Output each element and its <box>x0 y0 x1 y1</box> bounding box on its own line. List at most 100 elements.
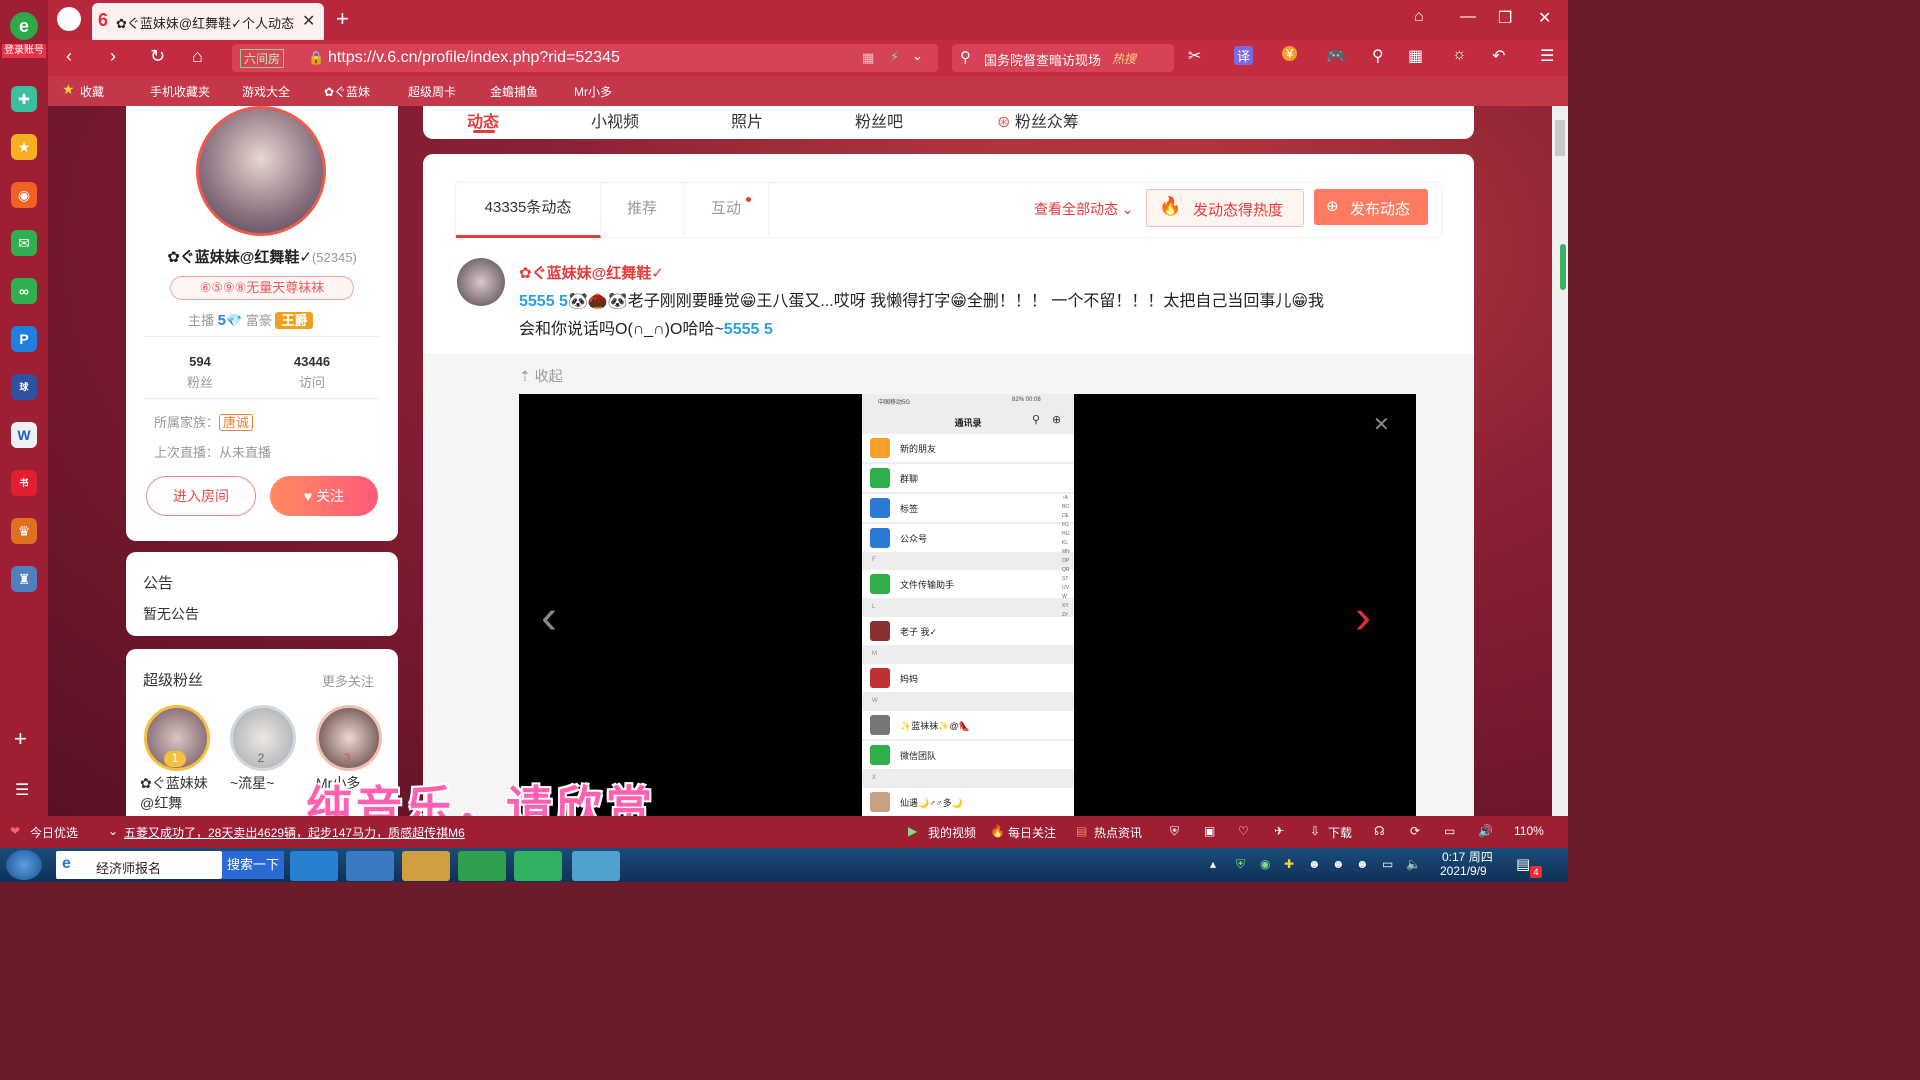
translate-icon[interactable]: 译 <box>1234 46 1254 65</box>
game-icon[interactable]: 🎮 <box>1326 46 1346 66</box>
sync-icon[interactable]: ⟳ <box>1410 824 1420 838</box>
search-box[interactable]: ⚲ 国务院督查暗访现场 热搜 <box>952 44 1174 72</box>
tray-volume-icon[interactable]: 🔈 <box>1406 857 1421 871</box>
bookmark-favorites[interactable]: 收藏 <box>80 83 104 100</box>
sidebar-app-link-icon[interactable]: ∞ <box>11 278 37 304</box>
address-bar[interactable]: 六间房 🔒 https://v.6.cn/profile/index.php?r… <box>232 44 938 72</box>
side-slider[interactable] <box>1560 244 1566 290</box>
restore-button[interactable]: ❐ <box>1498 8 1512 28</box>
tray-network-icon[interactable]: ▭ <box>1382 857 1393 871</box>
family-badge[interactable]: 唐诚 <box>219 414 254 431</box>
lightning-icon[interactable]: ⚡ <box>890 49 899 65</box>
back-button[interactable]: ‹ <box>66 46 72 67</box>
qr-icon[interactable]: ▦ <box>862 50 874 66</box>
forward-button[interactable]: › <box>110 46 116 67</box>
fan-name-1[interactable]: ✿ぐ蓝妹妹@红舞 <box>140 773 210 813</box>
tab-fan-bar[interactable]: 粉丝吧 <box>855 108 903 132</box>
close-viewer-icon[interactable]: ✕ <box>1373 412 1390 437</box>
tray-360-icon[interactable]: ◉ <box>1260 857 1270 871</box>
download-link[interactable]: 下载 <box>1328 824 1352 841</box>
sidebar-app-star-icon[interactable]: ★ <box>11 134 37 160</box>
follow-button[interactable]: ♥ 关注 <box>270 476 378 516</box>
action-center-icon[interactable]: ▤ <box>1516 855 1530 873</box>
sidebar-app-plus-icon[interactable]: ✚ <box>11 86 37 112</box>
zoom-level[interactable]: 110% <box>1514 824 1544 838</box>
hot-news-link[interactable]: 热点资讯 <box>1094 824 1142 841</box>
post-author-name[interactable]: ✿ぐ蓝妹妹@红舞鞋✓ <box>519 262 664 283</box>
next-image-button[interactable]: › <box>1355 590 1371 645</box>
sidebar-app-news-icon[interactable]: 球 <box>11 374 37 400</box>
bookmark-fishing[interactable]: 金蟾捕鱼 <box>490 83 538 100</box>
sidebar-app-game2-icon[interactable]: ♜ <box>11 566 37 592</box>
publish-button[interactable]: ⊕ 发布动态 <box>1314 189 1428 225</box>
taskbar-search-button[interactable]: 搜索一下 <box>222 851 284 879</box>
taskbar-browser-item[interactable]: e 经济师报名 <box>56 851 222 879</box>
find-icon[interactable]: ⚲ <box>1372 46 1384 66</box>
bookmark-weekcard[interactable]: 超级周卡 <box>408 83 456 100</box>
close-window-button[interactable]: ✕ <box>1538 8 1551 28</box>
url-text[interactable]: https://v.6.cn/profile/index.php?rid=523… <box>328 49 620 67</box>
tab-dynamic[interactable]: 动态 <box>467 108 499 132</box>
collapse-link[interactable]: ⇡ 收起 <box>519 366 563 386</box>
browser-nav-icon[interactable] <box>57 7 81 31</box>
prev-image-button[interactable]: ‹ <box>541 590 557 645</box>
tab-short-video[interactable]: 小视频 <box>591 108 639 132</box>
grid-icon[interactable]: ▦ <box>1408 46 1423 66</box>
coin-icon[interactable]: ¥ <box>1282 46 1298 61</box>
page-scrollbar[interactable] <box>1552 106 1568 816</box>
hot-button[interactable]: 🔥 发动态得热度 <box>1146 189 1304 227</box>
feed-tab-count[interactable]: 43335条动态 <box>456 183 601 238</box>
volume-icon[interactable]: 🔊 <box>1478 824 1493 838</box>
bookmark-games[interactable]: 游戏大全 <box>242 83 290 100</box>
news-ticker[interactable]: 五菱又成功了，28天卖出4629辆，起步147马力，质感超传祺M6 <box>124 824 480 841</box>
taskbar-k-icon[interactable] <box>290 851 338 881</box>
image-icon[interactable]: ▣ <box>1204 824 1215 838</box>
taskbar-app-icon[interactable] <box>572 851 620 881</box>
sidebar-app-p-icon[interactable]: P <box>11 326 37 352</box>
start-button[interactable] <box>6 850 42 880</box>
daily-follow-link[interactable]: 每日关注 <box>1008 824 1056 841</box>
health-icon[interactable]: ♡ <box>1238 824 1249 838</box>
sidebar-app-word-icon[interactable]: W <box>11 422 37 448</box>
sidebar-app-mail-icon[interactable]: ✉ <box>11 230 37 256</box>
taskbar-ie-icon[interactable] <box>346 851 394 881</box>
tray-shield-icon[interactable]: ⛨ <box>1236 857 1245 872</box>
tray-up-icon[interactable]: ▴ <box>1210 857 1216 871</box>
taskbar-player-icon[interactable] <box>514 851 562 881</box>
tray-plus-icon[interactable]: ✚ <box>1284 857 1294 871</box>
clock-date[interactable]: 2021/9/9 <box>1440 864 1487 878</box>
shirt-icon[interactable]: ⌂ <box>1414 8 1424 26</box>
window-icon[interactable]: ▭ <box>1444 824 1455 838</box>
tray-qq-icon[interactable]: ☻ <box>1308 857 1321 871</box>
shield-icon[interactable]: ⛨ <box>1170 824 1179 839</box>
view-all-dropdown[interactable]: 查看全部动态 ⌄ <box>1034 199 1134 219</box>
browser-logo-icon[interactable]: e <box>10 12 38 40</box>
feed-tab-recommend[interactable]: 推荐 <box>600 183 685 235</box>
sidebar-app-redbook-icon[interactable]: 书 <box>11 470 37 496</box>
profile-avatar[interactable] <box>196 106 326 236</box>
close-tab-icon[interactable]: ✕ <box>302 11 315 31</box>
taskbar-folder-icon[interactable] <box>402 851 450 881</box>
minimize-button[interactable]: — <box>1460 8 1476 26</box>
tab-photos[interactable]: 照片 <box>731 108 763 132</box>
today-picks[interactable]: 今日优选 <box>30 824 78 841</box>
taskbar-360-icon[interactable] <box>458 851 506 881</box>
bookmark-mobile[interactable]: 手机收藏夹 <box>150 83 210 100</box>
more-follow-link[interactable]: 更多关注 <box>322 671 374 690</box>
post-author-avatar[interactable] <box>457 258 505 306</box>
sidebar-add-icon[interactable]: + <box>14 726 27 752</box>
menu-icon[interactable]: ☰ <box>1540 46 1554 66</box>
chevron-down-icon[interactable]: ⌄ <box>912 48 923 64</box>
scrollbar-thumb[interactable] <box>1555 120 1565 156</box>
sidebar-app-weibo-icon[interactable]: ◉ <box>11 182 37 208</box>
sidebar-list-icon[interactable]: ☰ <box>15 780 29 800</box>
tab-active[interactable]: 6 ✿ぐ蓝妹妹@红舞鞋✓个人动态 ✕ <box>92 3 324 40</box>
rocket-icon[interactable]: ✈ <box>1274 824 1284 838</box>
tray-qq3-icon[interactable]: ☻ <box>1356 857 1369 871</box>
home-button[interactable]: ⌂ <box>192 46 203 67</box>
audio-icon[interactable]: ☊ <box>1374 824 1385 838</box>
undo-icon[interactable]: ↶ <box>1492 46 1505 66</box>
bookmark-mrxiaoduo[interactable]: Mr小多 <box>574 83 612 100</box>
bookmark-lanmei[interactable]: ✿ぐ蓝妹 <box>324 83 370 100</box>
sidebar-app-game-icon[interactable]: ♛ <box>11 518 37 544</box>
